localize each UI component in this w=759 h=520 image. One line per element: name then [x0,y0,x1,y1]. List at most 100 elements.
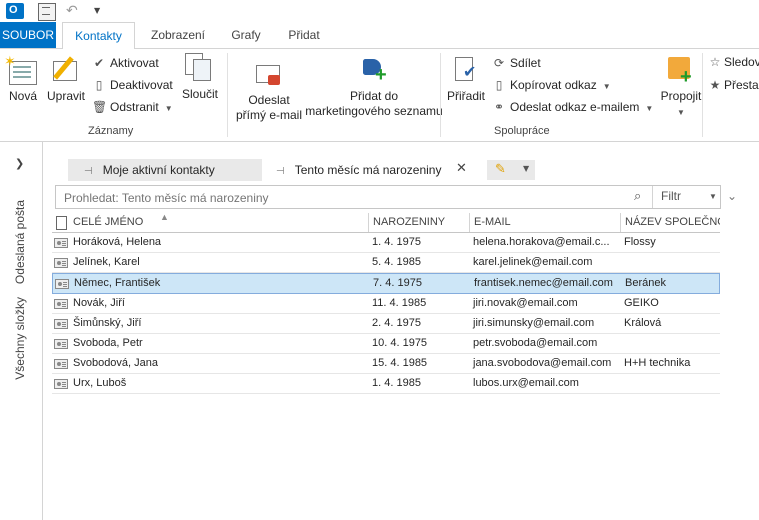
cell-company [620,253,720,272]
odstranit-button[interactable]: 🗑 Odstranit ▼ [92,98,173,116]
customize-qat-icon[interactable]: ▼ [94,3,104,19]
chevron-down-icon: ▼ [709,192,717,201]
sloucit-button[interactable]: Sloučit [180,53,220,102]
tab-pridat[interactable]: Přidat [278,22,330,48]
chevron-down-icon: ▼ [645,104,654,113]
filter-label: Filtr [661,189,681,203]
email-link-icon: ⚭ [493,100,505,114]
cell-name: Jelínek, Karel [73,256,140,268]
tab-zobrazeni[interactable]: Zobrazení [140,22,216,48]
deaktivovat-button[interactable]: ▯ Deaktivovat [92,76,173,94]
cell-birthday: 11. 4. 1985 [372,297,427,309]
expand-chevron-icon[interactable]: ❯ [15,157,24,170]
propojit-label: Propojit [660,89,702,103]
prestat-sledovat-button[interactable]: ★ Přesta [708,76,759,94]
cell-birthday: 1. 4. 1975 [372,236,421,248]
kopirovat-odkaz-button[interactable]: ▯ Kopírovat odkaz ▼ [492,76,611,94]
pridat-label-2: marketingového seznamu [305,104,443,118]
contact-card-icon [54,379,68,389]
collapse-chevron-icon[interactable]: ⌄ [727,189,737,203]
column-header-nazev-spolecnosti[interactable]: NÁZEV SPOLEČNOS [620,213,720,232]
filter-dropdown[interactable]: Filtr ▼ [652,186,720,208]
table-row[interactable]: Svobodová, Jana 15. 4. 1985 jana.svobodova… [52,354,720,374]
nova-button[interactable]: Nová [4,54,42,104]
cell-birthday: 1. 4. 1985 [372,377,421,389]
ribbon-separator [702,53,703,137]
group-label-spoluprace: Spolupráce [494,125,550,137]
priradit-button[interactable]: Přiřadit [444,55,488,104]
view-tab-moje-aktivni-kontakty[interactable]: ⊣ Moje aktivní kontakty [84,158,215,182]
odstranit-label: Odstranit [110,100,159,114]
kopirovat-label: Kopírovat odkaz [510,78,597,92]
upravit-button[interactable]: Upravit [44,55,88,104]
table-row[interactable]: Urx, Luboš 1. 4. 1985 lubos.urx@email.com [52,374,720,394]
assign-icon [451,55,481,85]
cell-company: H+H technika [624,357,691,369]
table-row[interactable]: Jelínek, Karel 5. 4. 1985 karel.jelinek@em… [52,253,720,273]
odeslat-label-2: přímý e-mail [235,108,302,122]
send-receive-icon[interactable] [38,3,56,21]
table-body: Horáková, Helena 1. 4. 1975 helena.horakov… [52,233,720,394]
table-header: CELÉ JMÉNO ▲ NAROZENINY E-MAIL NÁZEV SPO… [52,212,720,233]
copy-link-icon: ▯ [495,78,503,92]
odeslat-odkaz-button[interactable]: ⚭ Odeslat odkaz e-mailem ▼ [492,98,653,116]
cell-email: jana.svobodova@email.com [473,357,612,369]
tab-grafy[interactable]: Grafy [222,22,270,48]
cell-name: Novák, Jiří [73,297,125,309]
marketing-list-icon [359,55,389,85]
odeslat-primy-email-button[interactable]: Odeslat přímý e-mail [232,59,306,123]
view-tab-tento-mesic-ma-narozeniny[interactable]: ⊣ Tento měsíc má narozeniny [276,158,441,182]
nav-item-odeslana-posta[interactable]: Odeslaná pošta [13,200,27,284]
column-header-narozeniny[interactable]: NAROZENINY [368,213,469,232]
aktivovat-label: Aktivovat [110,56,159,70]
undo-icon[interactable]: ↶ [66,3,82,19]
ribbon-tabs: SOUBOR Kontakty Zobrazení Grafy Přidat [0,22,759,50]
cell-name: Němec, František [74,277,161,289]
cell-company: Králová [624,317,662,329]
tab-kontakty[interactable]: Kontakty [62,22,135,50]
cell-birthday: 15. 4. 1985 [372,357,428,369]
ribbon-separator [440,53,441,137]
navigation-pane: ❯ Odeslaná pošta Všechny složky [0,142,43,520]
chevron-down-icon: ▼ [164,104,173,113]
pin-icon: ⊣ [84,166,93,177]
cell-email: frantisek.nemec@email.com [474,277,613,289]
cell-company: Flossy [624,236,656,248]
cell-email: helena.horakova@email.c... [473,236,610,248]
new-view-icon: ✎ [495,162,506,177]
ribbon: Nová Upravit ✔Aktivovat ▯Deaktivovat 🗑Od… [0,49,759,142]
prestat-label: Přesta [724,78,759,92]
cell-birthday: 2. 4. 1975 [372,317,421,329]
table-row[interactable]: Novák, Jiří 11. 4. 1985 jiri.novak@email.c… [52,294,720,314]
column-header-cele-jmeno[interactable]: CELÉ JMÉNO [69,213,368,232]
sledovat-button[interactable]: ☆ Sledov [708,53,759,71]
cell-name: Svobodová, Jana [73,357,159,369]
pridat-do-marketingoveho-seznamu-button[interactable]: Přidat do marketingového seznamu [304,55,444,119]
view-tab-label: Tento měsíc má narozeniny [294,163,442,177]
cell-company [620,334,720,353]
table-row[interactable]: Šimůnský, Jiří 2. 4. 1975 jiri.simunsky@em… [52,314,720,334]
cell-company: GEIKO [624,297,659,309]
tab-file[interactable]: SOUBOR [0,22,56,48]
contact-card-icon [54,238,68,248]
propojit-button[interactable]: Propojit ▼ [658,55,704,120]
table-row[interactable]: Svoboda, Petr 10. 4. 1975 petr.svoboda@ema… [52,334,720,354]
sdilet-button[interactable]: ⟳ Sdílet [492,54,541,72]
search-icon[interactable]: ⌕ [634,188,641,204]
nav-item-vsechny-slozky[interactable]: Všechny složky [13,297,27,380]
column-header-email[interactable]: E-MAIL [469,213,620,232]
search-input[interactable] [62,189,626,207]
new-view-button[interactable]: ✎ ▼ [487,160,535,180]
chevron-down-icon: ▼ [677,108,685,117]
table-row[interactable]: Horáková, Helena 1. 4. 1975 helena.horakov… [52,233,720,253]
sloucit-label: Sloučit [181,87,219,101]
aktivovat-button[interactable]: ✔ Aktivovat [92,54,159,72]
cell-email: jiri.novak@email.com [473,297,578,309]
star-icon: ★ [709,78,721,92]
nova-label: Nová [8,89,37,103]
cell-birthday: 10. 4. 1975 [372,337,428,349]
odeslat-label-1: Odeslat [248,93,290,107]
close-icon[interactable]: ✕ [456,161,467,176]
table-row[interactable]: Němec, František 7. 4. 1975 frantisek.neme… [52,273,720,294]
outlook-icon[interactable] [6,3,24,19]
